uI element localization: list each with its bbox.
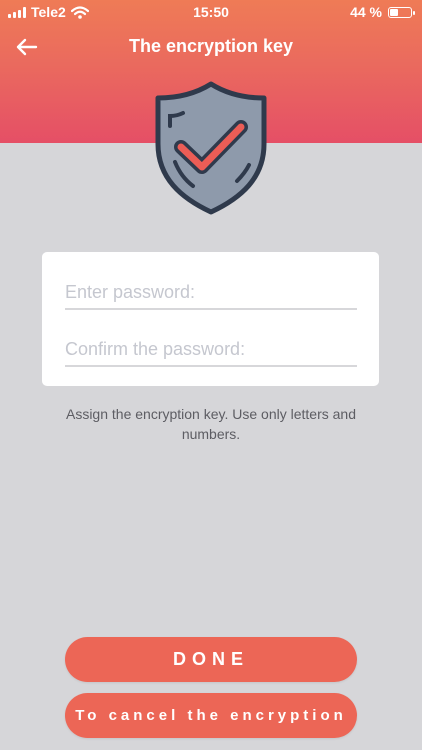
password-card xyxy=(42,252,379,386)
shield-check-icon xyxy=(155,81,267,215)
status-bar: Tele2 15:50 44 % xyxy=(0,0,422,24)
battery-icon xyxy=(388,6,415,18)
cancel-encryption-button[interactable]: To cancel the encryption xyxy=(65,693,357,738)
confirm-password-field xyxy=(65,335,357,367)
hint-text: Assign the encryption key. Use only lett… xyxy=(65,406,356,442)
confirm-password-input[interactable] xyxy=(65,335,357,363)
page-title: The encryption key xyxy=(128,36,294,56)
done-button[interactable]: DONE xyxy=(65,637,357,682)
password-input[interactable] xyxy=(65,278,357,306)
password-field xyxy=(65,278,357,310)
battery-percent: 44 % xyxy=(350,4,382,20)
